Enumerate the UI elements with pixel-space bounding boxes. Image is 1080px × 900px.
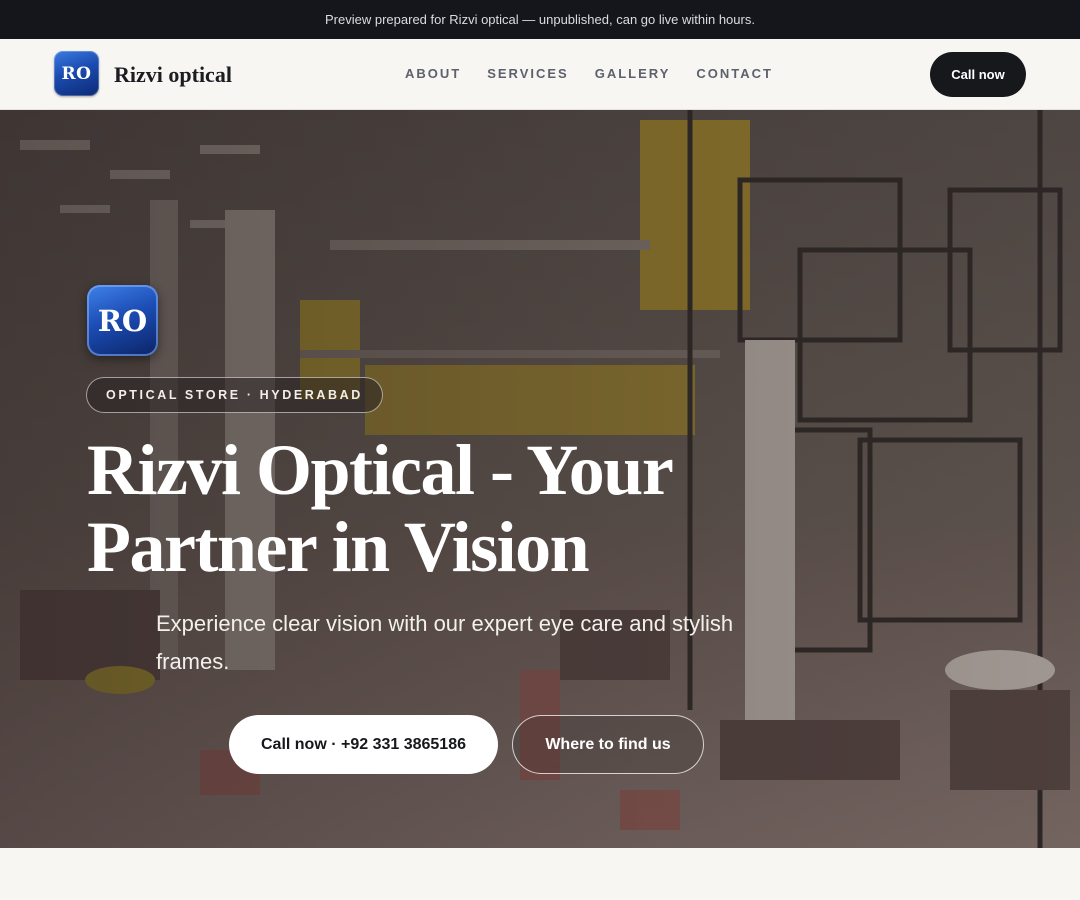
category-badge-text: OPTICAL STORE · HYDERABAD [106, 388, 363, 402]
brand-name[interactable]: Rizvi optical [114, 62, 232, 88]
find-us-button[interactable]: Where to find us [512, 715, 704, 774]
hero-subtitle: Experience clear vision with our expert … [156, 611, 734, 674]
hero-title-line-2: Partner in Vision [87, 507, 590, 587]
hero-logo: RO [87, 285, 158, 356]
hero-title: Rizvi Optical - Your Partner in Vision [87, 432, 787, 586]
brand-logo[interactable]: RO [54, 51, 99, 96]
hero-section: RO OPTICAL STORE · HYDERABAD Rizvi Optic… [0, 110, 1080, 848]
main-nav: ABOUT SERVICES GALLERY CONTACT [405, 66, 773, 81]
hero-title-line-1: Rizvi Optical - Your [87, 430, 674, 510]
category-badge: OPTICAL STORE · HYDERABAD [86, 377, 383, 413]
nav-link-gallery[interactable]: GALLERY [595, 66, 671, 81]
next-section [0, 848, 1080, 900]
nav-link-services[interactable]: SERVICES [487, 66, 569, 81]
call-phone-button[interactable]: Call now · +92 331 3865186 [229, 715, 498, 774]
call-now-button[interactable]: Call now [930, 52, 1026, 97]
preview-banner-text: Preview prepared for Rizvi optical — unp… [325, 12, 755, 27]
preview-banner: Preview prepared for Rizvi optical — unp… [0, 0, 1080, 39]
nav-link-about[interactable]: ABOUT [405, 66, 461, 81]
nav-link-contact[interactable]: CONTACT [696, 66, 773, 81]
site-header: RO Rizvi optical ABOUT SERVICES GALLERY … [0, 39, 1080, 110]
